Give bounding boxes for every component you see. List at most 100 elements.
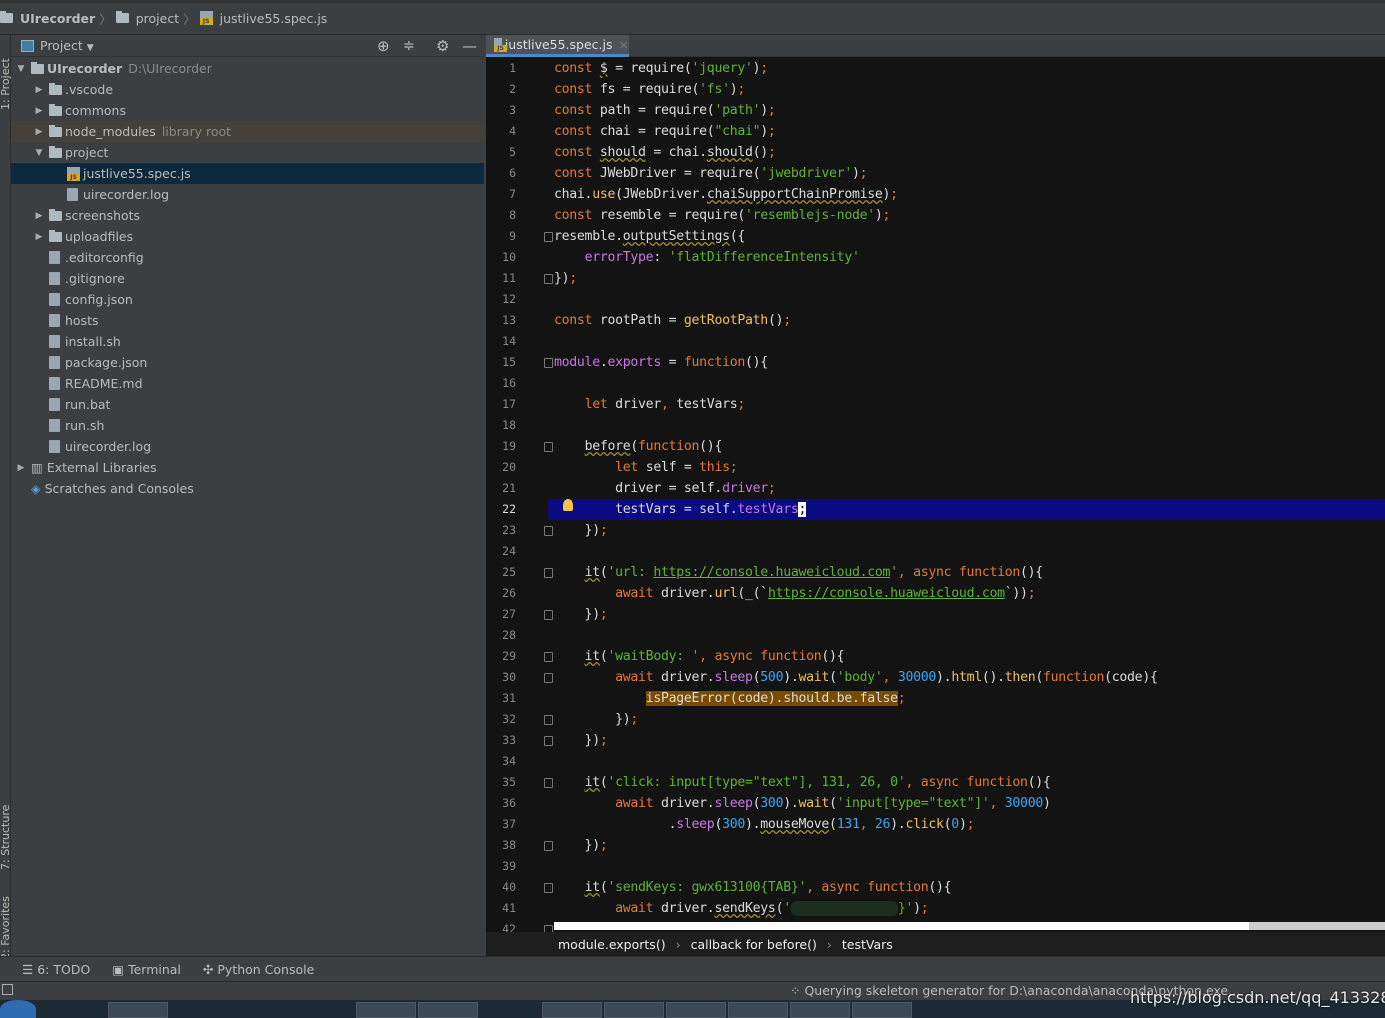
taskbar-app[interactable] [852, 1002, 912, 1018]
line-number: 9 [509, 229, 516, 243]
tree-item[interactable]: justlive55.spec.js [11, 163, 484, 184]
close-icon[interactable]: × [619, 37, 629, 52]
fold-marker-icon[interactable] [544, 925, 553, 932]
tree-item[interactable]: .editorconfig [11, 247, 484, 268]
code-token: JWebDriver = require( [599, 166, 761, 181]
tree-item-label: External Libraries [46, 460, 157, 475]
todo-tool-button[interactable]: ☰ 6: TODO [22, 962, 90, 977]
code-line: it('click: input[type="text"], 131, 26, … [554, 772, 1051, 793]
line-number: 19 [502, 439, 516, 453]
tree-item-label: .gitignore [65, 271, 125, 286]
tree-item[interactable]: ▶ uploadfiles [11, 226, 484, 247]
breadcrumb-project[interactable]: project [115, 3, 179, 33]
expand-arrow-icon[interactable]: ▶ [33, 106, 45, 116]
start-button[interactable] [0, 1000, 36, 1018]
fold-marker-icon[interactable] [544, 526, 553, 536]
fold-marker-icon[interactable] [544, 841, 553, 851]
tree-item[interactable]: ▶ ▥ External Libraries [11, 457, 484, 478]
tree-item[interactable]: ▼ project [11, 142, 484, 163]
tab-justlive55-spec-js[interactable]: justlive55.spec.js × [486, 35, 629, 57]
minimize-icon[interactable]: — [462, 37, 477, 55]
line-number: 21 [502, 481, 516, 495]
taskbar-app[interactable] [728, 1002, 788, 1018]
expand-arrow-icon[interactable]: ▶ [33, 85, 45, 95]
tree-item[interactable]: ▶ .vscode [11, 79, 484, 100]
fold-marker-icon[interactable] [544, 568, 553, 578]
breadcrumb-file[interactable]: justlive55.spec.js [199, 3, 327, 33]
line-number: 23 [502, 523, 516, 537]
code-token: it [584, 565, 601, 580]
code-token: const [554, 145, 600, 160]
expand-arrow-icon[interactable]: ▶ [33, 127, 45, 137]
code-token: self = [645, 460, 700, 475]
fold-marker-icon[interactable] [544, 442, 553, 452]
expand-arrow-icon[interactable]: ▶ [15, 463, 27, 473]
expand-arrow-icon[interactable]: ▼ [33, 148, 45, 158]
taskbar-explorer[interactable] [108, 1002, 168, 1018]
taskbar-app[interactable] [666, 1002, 726, 1018]
tree-item[interactable]: ▶ node_modules library root [11, 121, 484, 142]
gear-icon[interactable]: ⚙ [436, 37, 449, 55]
taskbar-app[interactable] [604, 1002, 664, 1018]
code-token: mouseMove [760, 817, 830, 832]
fold-marker-icon[interactable] [544, 883, 553, 893]
tree-item[interactable]: run.sh [11, 415, 484, 436]
terminal-tool-button[interactable]: ▣ Terminal [112, 962, 181, 977]
fold-marker-icon[interactable] [544, 358, 553, 368]
tree-item[interactable]: run.bat [11, 394, 484, 415]
code-editor[interactable]: 1 2 3 4 5 6 7 8 9 10 11 12 13 14 15 16 17 18 19 20 21 22 23 24 2… [486, 57, 1385, 932]
breadcrumb-uirecorder[interactable]: UIrecorder [0, 3, 95, 33]
tree-item-label: uirecorder.log [83, 187, 170, 202]
fold-marker-icon[interactable] [544, 736, 553, 746]
fold-marker-icon[interactable] [544, 610, 553, 620]
file-icon [49, 272, 60, 285]
code-crumb-module-exports[interactable]: module.exports() [558, 937, 666, 952]
code-token: }) [554, 733, 601, 748]
code-token: = chai. [645, 145, 707, 160]
tree-item[interactable]: uirecorder.log [11, 184, 484, 205]
fold-marker-icon[interactable] [544, 715, 553, 725]
tree-item[interactable]: ▶ screenshots [11, 205, 484, 226]
tree-item[interactable]: config.json [11, 289, 484, 310]
expand-arrow-icon[interactable]: ▶ [33, 211, 45, 221]
code-token: ; [767, 145, 776, 160]
code-line: }); [554, 520, 608, 541]
code-crumb-testvars[interactable]: testVars [842, 937, 893, 952]
project-view-dropdown[interactable]: Project ▼ [40, 38, 94, 53]
folder-icon [0, 11, 13, 23]
line-number: 36 [502, 796, 516, 810]
taskbar-chrome[interactable] [356, 1002, 416, 1018]
tree-item[interactable]: ◈ Scratches and Consoles [11, 478, 484, 499]
line-number: 25 [502, 565, 516, 579]
taskbar-pycharm[interactable] [418, 1002, 478, 1018]
code-crumb-callback[interactable]: callback for before() [691, 937, 817, 952]
code-line: }); [554, 835, 608, 856]
collapse-icon[interactable]: ≑ [403, 38, 415, 54]
fold-marker-icon[interactable] [544, 232, 553, 242]
tree-item[interactable]: hosts [11, 310, 484, 331]
tree-item[interactable]: ▼ UIrecorder D:\UIrecorder [11, 58, 484, 79]
tree-item-label: commons [65, 103, 126, 118]
fold-marker-icon[interactable] [544, 778, 553, 788]
expand-arrow-icon[interactable]: ▶ [33, 232, 45, 242]
tree-item[interactable]: .gitignore [11, 268, 484, 289]
tree-item[interactable]: package.json [11, 352, 484, 373]
file-icon [49, 377, 60, 390]
lightbulb-icon[interactable] [563, 499, 573, 511]
taskbar-app[interactable] [542, 1002, 602, 1018]
tree-item[interactable]: uirecorder.log [11, 436, 484, 457]
tree-item[interactable]: ▶ commons [11, 100, 484, 121]
code-line: await driver.sendKeys(' }'); [554, 898, 929, 919]
fold-marker-icon[interactable] [544, 673, 553, 683]
python-console-tool-button[interactable]: ✣ Python Console [203, 962, 314, 977]
taskbar-cmd[interactable] [790, 1002, 850, 1018]
tree-item[interactable]: install.sh [11, 331, 484, 352]
fold-marker-icon[interactable] [544, 652, 553, 662]
toggle-tool-windows-icon[interactable] [2, 984, 13, 995]
code-token: chai. [554, 187, 593, 202]
expand-arrow-icon[interactable]: ▼ [15, 64, 27, 74]
horizontal-scrollbar[interactable] [554, 922, 1249, 930]
tree-item[interactable]: README.md [11, 373, 484, 394]
locate-icon[interactable]: ⊕ [377, 37, 390, 55]
fold-marker-icon[interactable] [544, 274, 553, 284]
